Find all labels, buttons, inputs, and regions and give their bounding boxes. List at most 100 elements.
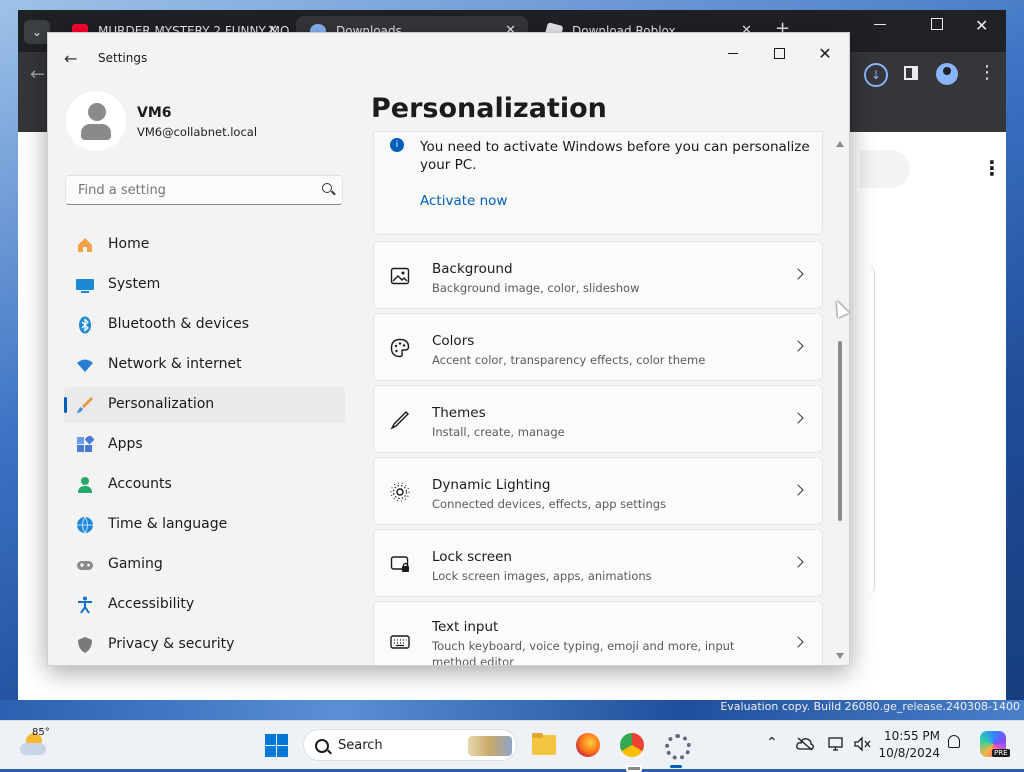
card-title: Text input [432,619,499,635]
evaluation-watermark: Evaluation copy. Build 26080.ge_release.… [720,700,1020,713]
maximize-icon [773,48,785,59]
bluetooth-icon [79,316,91,334]
accounts-icon [78,477,92,493]
preview-badge: PRE [992,749,1010,757]
app-title: Settings [98,51,148,65]
card-lock-screen[interactable]: Lock screen Lock screen images, apps, an… [373,529,823,597]
lock-screen-icon [390,556,409,572]
chevron-right-icon [792,556,804,568]
taskbar-search[interactable]: Search [303,729,517,761]
avatar[interactable] [66,91,126,151]
image-icon [390,267,410,285]
sidebar-item-bluetooth[interactable]: Bluetooth & devices [64,307,345,343]
side-panel-icon[interactable] [904,66,918,80]
sidebar-item-label: Gaming [108,556,163,572]
sidebar-item-apps[interactable]: Apps [64,427,345,463]
settings-gear-icon[interactable] [660,729,692,761]
sidebar-item-time-language[interactable]: Time & language [64,507,345,543]
search-input[interactable] [76,182,300,199]
card-subtitle: Background image, color, slideshow [432,281,640,295]
search-icon [315,739,329,753]
sidebar-item-accessibility[interactable]: Accessibility [64,587,345,623]
maximize-button[interactable] [756,39,802,69]
maximize-icon[interactable] [931,18,943,30]
sidebar-item-system[interactable]: System [64,267,345,303]
sidebar-item-label: Bluetooth & devices [108,316,250,332]
card-colors[interactable]: Colors Accent color, transparency effect… [373,313,823,381]
brush-icon [77,397,93,413]
wifi-icon [77,359,93,372]
downloads-search-box[interactable] [860,150,910,188]
notification-bell-icon[interactable] [948,735,960,748]
apps-icon [77,436,94,452]
sidebar-item-label: Home [108,236,150,252]
chevron-right-icon [792,636,804,648]
card-subtitle: Lock screen images, apps, animations [432,569,652,583]
card-subtitle: Accent color, transparency effects, colo… [432,353,706,367]
cloud-offline-icon[interactable] [796,737,814,751]
downloads-icon[interactable]: ↓ [864,63,888,87]
search-highlight-image [468,736,512,756]
download-item-card [866,265,875,595]
pen-icon [390,411,409,430]
windows-logo-icon [265,734,276,745]
card-text-input[interactable]: Text input Touch keyboard, voice typing,… [373,601,823,665]
sidebar-item-label: Privacy & security [108,636,235,652]
sidebar-item-gaming[interactable]: Gaming [64,547,345,583]
windows-logo-icon [265,746,276,757]
chrome-icon[interactable] [616,729,648,772]
sidebar-nav: Home System Bluetooth & devices Network … [64,227,345,665]
chevron-up-icon[interactable]: ⌃ [766,735,778,751]
taskbar: 85° Search ⌃ 10:55 PM 10/8/2024 PRE [0,720,1024,772]
keyboard-icon [390,635,410,649]
sidebar-item-accounts[interactable]: Accounts [64,467,345,503]
activate-now-link[interactable]: Activate now [420,193,507,209]
back-arrow-icon[interactable]: ← [30,64,45,85]
info-icon: i [390,138,404,152]
card-subtitle: Install, create, manage [432,425,565,439]
sidebar-item-home[interactable]: Home [64,227,345,263]
sidebar-item-personalization[interactable]: Personalization [64,387,345,423]
settings-window: ← Settings ✕ VM6 VM6@collabnet.local Hom… [47,32,850,666]
profile-icon[interactable] [936,63,958,85]
back-arrow-icon[interactable]: ← [64,49,77,68]
system-icon [76,279,94,293]
globe-icon [77,516,93,534]
search-icon[interactable] [322,183,332,193]
user-name: VM6 [137,105,172,121]
card-themes[interactable]: Themes Install, create, manage [373,385,823,453]
sidebar-item-label: Time & language [108,516,228,532]
clock-date: 10/8/2024 [878,746,940,760]
firefox-icon[interactable] [572,729,604,761]
temperature: 85° [32,727,50,738]
start-button[interactable] [265,734,288,757]
sidebar-item-network[interactable]: Network & internet [64,347,345,383]
sidebar-item-privacy-security[interactable]: Privacy & security [64,627,345,663]
card-title: Lock screen [432,549,512,565]
volume-muted-icon[interactable] [853,736,871,752]
lighting-icon [390,482,410,502]
kebab-menu-icon[interactable]: ⋮ [978,62,996,83]
close-icon[interactable]: ✕ [975,16,988,35]
sidebar-item-label: Accounts [108,476,172,492]
network-icon[interactable] [828,736,844,752]
avatar-body [81,124,111,140]
windows-logo-icon [277,746,288,757]
scroll-up-arrow-icon[interactable] [836,141,844,147]
card-background[interactable]: Background Background image, color, slid… [373,241,823,309]
minimize-icon[interactable] [874,24,886,25]
card-subtitle: Connected devices, effects, app settings [432,497,667,511]
clock[interactable]: 10:55 PM 10/8/2024 [876,728,940,762]
sidebar-item-label: Apps [108,436,143,452]
card-dynamic-lighting[interactable]: Dynamic Lighting Connected devices, effe… [373,457,823,525]
close-button[interactable]: ✕ [802,39,848,69]
minimize-icon [728,53,738,54]
content-scrollbar[interactable] [835,141,845,661]
scroll-thumb[interactable] [838,341,842,521]
card-title: Dynamic Lighting [432,477,551,493]
more-options-icon[interactable]: ⋮ [982,156,1002,180]
minimize-button[interactable] [710,39,756,69]
scroll-down-arrow-icon[interactable] [836,653,844,659]
find-setting-box[interactable] [65,175,343,205]
file-explorer-icon[interactable] [528,729,560,761]
